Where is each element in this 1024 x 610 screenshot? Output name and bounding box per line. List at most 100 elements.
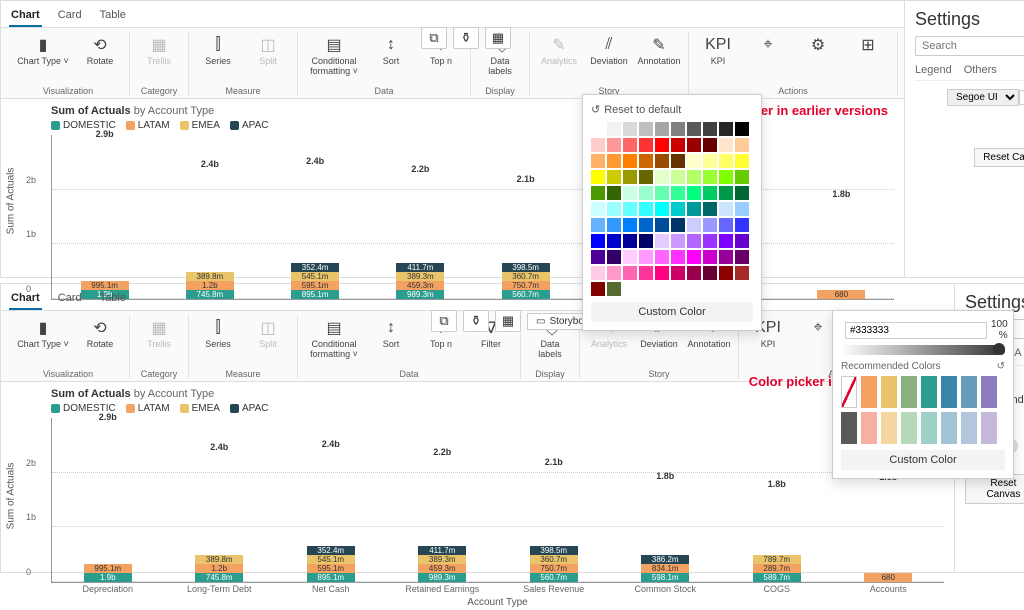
bar-segment[interactable]: 595.1m (307, 564, 355, 573)
pdf-button[interactable]: ⊞ (845, 32, 891, 84)
color-swatch[interactable] (687, 154, 701, 168)
color-swatch[interactable] (623, 186, 637, 200)
color-swatch[interactable] (591, 234, 605, 248)
color-swatch[interactable] (623, 138, 637, 152)
color-swatch[interactable] (623, 122, 637, 136)
color-swatch[interactable] (639, 250, 653, 264)
bar-segment[interactable]: 1.9b (84, 573, 132, 582)
color-swatch[interactable] (607, 266, 621, 280)
filter-icon[interactable]: ⚱ (463, 310, 489, 332)
color-swatch[interactable] (719, 154, 733, 168)
settings-tab-legend[interactable]: Legend (915, 64, 952, 80)
color-swatch[interactable] (655, 154, 669, 168)
color-swatch[interactable] (719, 266, 733, 280)
color-swatch[interactable] (735, 170, 749, 184)
color-swatch[interactable] (623, 154, 637, 168)
annotation-button[interactable]: ✎Annotation (636, 32, 682, 84)
bar-segment[interactable]: 360.7m (530, 555, 578, 564)
color-swatch[interactable] (623, 202, 637, 216)
color-swatch[interactable] (607, 234, 621, 248)
bar-segment[interactable]: 459.3m (418, 564, 466, 573)
settings-tab-others[interactable]: Others (964, 64, 997, 80)
color-swatch[interactable] (607, 282, 621, 296)
bar-segment[interactable]: 352.4m (291, 263, 339, 272)
tab-table[interactable]: Table (98, 5, 128, 27)
color-swatch[interactable] (639, 122, 653, 136)
tab-chart[interactable]: Chart (9, 5, 42, 27)
bar-segment[interactable]: 398.5m (530, 546, 578, 555)
color-swatch[interactable] (655, 122, 669, 136)
settings-tab-axis[interactable]: A (1014, 347, 1021, 365)
color-swatch[interactable] (703, 138, 717, 152)
reset-to-default-link[interactable]: ↺ Reset to default (591, 103, 753, 116)
color-swatch[interactable] (687, 138, 701, 152)
color-swatch[interactable] (719, 202, 733, 216)
color-swatch[interactable] (735, 202, 749, 216)
bar-segment[interactable]: 750.7m (530, 564, 578, 573)
font-select[interactable]: Segoe UI (947, 89, 1019, 106)
bar-segment[interactable]: 398.5m (502, 263, 550, 272)
color-swatch[interactable] (655, 250, 669, 264)
color-swatch[interactable] (735, 122, 749, 136)
color-swatch[interactable] (861, 412, 877, 444)
color-swatch[interactable] (655, 138, 669, 152)
color-swatch[interactable] (607, 154, 621, 168)
color-swatch[interactable] (687, 202, 701, 216)
color-swatch[interactable] (655, 218, 669, 232)
color-swatch[interactable] (901, 376, 917, 408)
color-swatch[interactable] (687, 170, 701, 184)
color-swatch[interactable] (719, 186, 733, 200)
no-color-swatch[interactable] (841, 376, 857, 408)
bar-segment[interactable]: 680 (864, 573, 912, 582)
table-icon[interactable]: ▦ (485, 27, 511, 49)
bar-segment[interactable]: 389.3m (396, 272, 444, 281)
color-swatch[interactable] (591, 250, 605, 264)
bar-segment[interactable]: 745.8m (195, 573, 243, 582)
color-swatch[interactable] (687, 250, 701, 264)
reset-canvas-button[interactable]: Reset Canvas (974, 148, 1024, 167)
color-swatch[interactable] (623, 266, 637, 280)
copy-icon[interactable]: ⧉ (431, 310, 457, 332)
color-swatch[interactable] (719, 250, 733, 264)
color-swatch[interactable] (607, 122, 621, 136)
color-swatch[interactable] (735, 218, 749, 232)
auto-input[interactable] (1019, 90, 1024, 105)
color-swatch[interactable] (639, 186, 653, 200)
tab-card[interactable]: Card (56, 288, 84, 310)
color-swatch[interactable] (655, 202, 669, 216)
color-swatch[interactable] (591, 266, 605, 280)
color-swatch[interactable] (719, 170, 733, 184)
color-swatch[interactable] (881, 376, 897, 408)
conditional-formatting-button[interactable]: ▤Conditional formatting ˅ (304, 315, 364, 367)
color-swatch[interactable] (639, 218, 653, 232)
color-swatch[interactable] (735, 154, 749, 168)
settings-button[interactable]: ⚙ (795, 32, 841, 84)
color-swatch[interactable] (735, 250, 749, 264)
lasso-button[interactable]: ⌖ (745, 32, 791, 84)
bar-segment[interactable]: 545.1m (291, 272, 339, 281)
tab-card[interactable]: Card (56, 5, 84, 27)
filter-icon[interactable]: ⚱ (453, 27, 479, 49)
copy-icon[interactable]: ⧉ (421, 27, 447, 49)
color-swatch[interactable] (607, 170, 621, 184)
bar-segment[interactable]: 989.3m (418, 573, 466, 582)
color-swatch[interactable] (735, 138, 749, 152)
opacity-slider[interactable] (841, 345, 1005, 355)
series-button[interactable]: ⫿Series (195, 32, 241, 84)
color-swatch[interactable] (981, 412, 997, 444)
color-swatch[interactable] (881, 412, 897, 444)
color-swatch[interactable] (639, 138, 653, 152)
color-swatch[interactable] (719, 122, 733, 136)
color-swatch[interactable] (639, 234, 653, 248)
conditional-formatting-button[interactable]: ▤Conditional formatting ˅ (304, 32, 364, 84)
color-swatch[interactable] (703, 186, 717, 200)
color-swatch[interactable] (639, 170, 653, 184)
color-swatch[interactable] (687, 122, 701, 136)
color-swatch[interactable] (861, 376, 877, 408)
tab-table[interactable]: Table (98, 288, 128, 310)
color-swatch[interactable] (671, 266, 685, 280)
bar-segment[interactable]: 895.1m (307, 573, 355, 582)
color-swatch[interactable] (671, 234, 685, 248)
color-swatch[interactable] (671, 154, 685, 168)
series-button[interactable]: ⫿Series (195, 315, 241, 367)
